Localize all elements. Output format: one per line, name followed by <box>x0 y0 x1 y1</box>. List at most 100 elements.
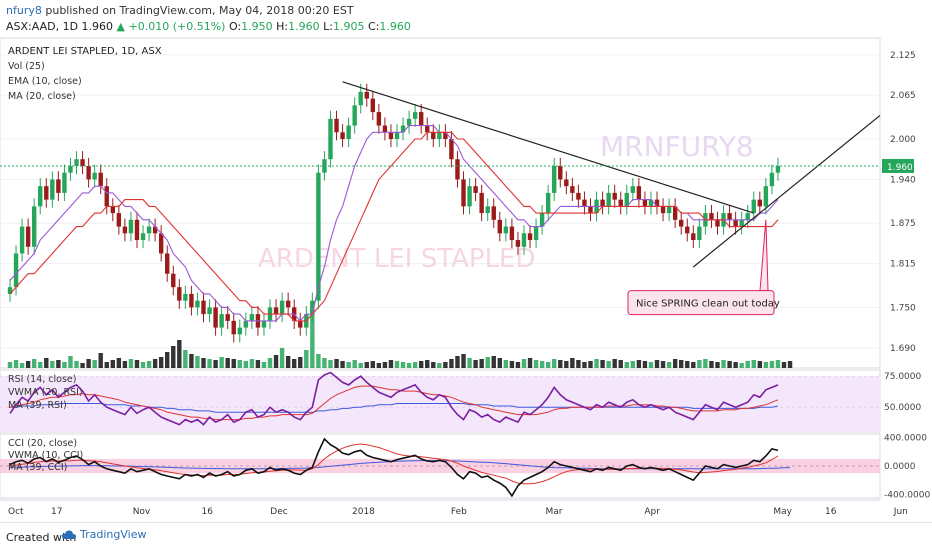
volume-bar <box>56 360 61 368</box>
candle-body <box>68 165 73 173</box>
candle-body <box>751 199 756 214</box>
cci-legend-item: MA (39, CCI) <box>8 462 67 473</box>
candle-body <box>346 125 351 140</box>
volume-bar <box>237 360 242 368</box>
candle-body <box>146 226 152 234</box>
candle-body <box>298 320 303 328</box>
volume-bar <box>564 361 569 368</box>
candle-body <box>412 112 418 119</box>
time-axis-label: 16 <box>825 507 837 517</box>
volume-bar <box>443 362 448 368</box>
volume-bar <box>521 359 527 368</box>
volume-bar <box>152 359 158 368</box>
volume-bar <box>503 360 509 368</box>
candle-body <box>158 233 164 254</box>
volume-bar <box>455 356 460 368</box>
candle-body <box>715 219 720 227</box>
candle-body <box>697 226 702 241</box>
volume-bar <box>533 360 539 368</box>
candle-body <box>479 192 484 214</box>
candle-body <box>273 307 279 315</box>
candle-body <box>128 219 134 234</box>
candle-body <box>38 186 43 207</box>
candle-body <box>183 293 188 301</box>
candle-body <box>461 179 466 207</box>
candle-body <box>425 125 430 133</box>
volume-bar <box>104 362 109 368</box>
published-text: published on TradingView.com, May 04, 20… <box>45 4 354 17</box>
candle-body <box>449 139 454 160</box>
price-change: ▲ +0.010 (+0.51%) <box>116 20 226 33</box>
low-value: 1.905 <box>332 20 365 33</box>
candle-body <box>527 233 533 241</box>
candle-body <box>13 253 19 288</box>
candle-body <box>358 91 363 106</box>
rsi-pane[interactable]: 75.0000 50.0000 RSI (14, close) VWMA (20, R… <box>0 369 921 433</box>
candle-body <box>340 132 345 140</box>
watermark-symbol: MRNFURY8 <box>600 130 754 163</box>
candle-body <box>134 219 140 241</box>
price-tick-label: 1.940 <box>890 175 916 185</box>
volume-bar <box>195 356 200 368</box>
volume-bar <box>370 361 376 368</box>
candle-body <box>104 186 109 207</box>
candle-body <box>503 226 509 234</box>
volume-bar <box>25 361 31 368</box>
volume-bar <box>763 362 769 368</box>
candle-body <box>521 233 527 247</box>
candle-body <box>473 186 478 193</box>
cci-tick-label: 400.0000 <box>884 434 927 444</box>
volume-bar <box>346 362 351 368</box>
volume-bar <box>642 361 648 368</box>
volume-bar <box>400 362 406 368</box>
candle-body <box>219 314 224 328</box>
volume-bar <box>364 362 369 368</box>
volume-bar <box>13 360 19 368</box>
candle-body <box>533 226 539 241</box>
candle-body <box>600 199 605 207</box>
time-axis-label: 2018 <box>352 507 375 517</box>
price-pane[interactable]: 2.125 2.065 2.000 1.940 1.875 1.815 1.750 1.690… <box>0 37 916 369</box>
cci-pane[interactable]: 400.0000 0.0000 -400.0000 CCI (20, close)VW… <box>0 433 930 501</box>
candle-body <box>558 165 563 180</box>
candle-body <box>763 186 769 207</box>
candle-body <box>243 320 249 328</box>
brand-name: TradingView <box>80 528 147 541</box>
volume-bar <box>697 360 702 368</box>
volume-bar <box>775 360 781 368</box>
volume-bar <box>50 361 55 368</box>
volume-bar <box>128 359 134 368</box>
candle-body <box>582 199 587 207</box>
annotation-text: Nice SPRING clean out today <box>636 299 780 310</box>
candle-body <box>509 226 515 241</box>
candle-body <box>352 105 357 126</box>
volume-bar <box>255 360 261 368</box>
volume-bar <box>437 363 442 368</box>
publish-info: nfury8 published on TradingView.com, May… <box>6 4 354 17</box>
candle-body <box>140 233 146 241</box>
tradingview-logo[interactable]: TradingView <box>62 528 146 541</box>
symbol-info: ASX:AAD, 1D 1.960 ▲ +0.010 (+0.51%) O:1.… <box>6 20 411 33</box>
candle-body <box>388 132 394 140</box>
volume-bar <box>98 353 103 368</box>
volume-bar <box>425 360 430 368</box>
watermark-name: ARDENT LEI STAPLED <box>258 244 536 274</box>
chart-area[interactable]: 2.125 2.065 2.000 1.940 1.875 1.815 1.750 1.690… <box>0 36 932 522</box>
volume-bar <box>158 357 164 368</box>
volume-bar <box>467 358 472 368</box>
volume-bar <box>219 357 224 368</box>
volume-bar <box>618 360 623 368</box>
publisher-name[interactable]: nfury8 <box>6 4 42 17</box>
volume-bar <box>727 361 732 368</box>
volume-bar <box>267 358 273 368</box>
volume-bar <box>116 358 122 368</box>
volume-bar <box>715 362 720 368</box>
volume-bar <box>648 362 654 368</box>
high-value: 1.960 <box>288 20 320 33</box>
cci-legend-item: CCI (20, close) <box>8 438 77 449</box>
cci-legend-item: VWMA (10, CCI) <box>8 450 83 461</box>
price-tick-label: 1.815 <box>890 260 916 270</box>
volume-bar <box>636 360 642 368</box>
volume-bar <box>165 352 170 368</box>
time-axis[interactable]: Oct 17 Nov 16 Dec 2018 Feb Mar Apr May 16 Jun <box>0 499 908 517</box>
